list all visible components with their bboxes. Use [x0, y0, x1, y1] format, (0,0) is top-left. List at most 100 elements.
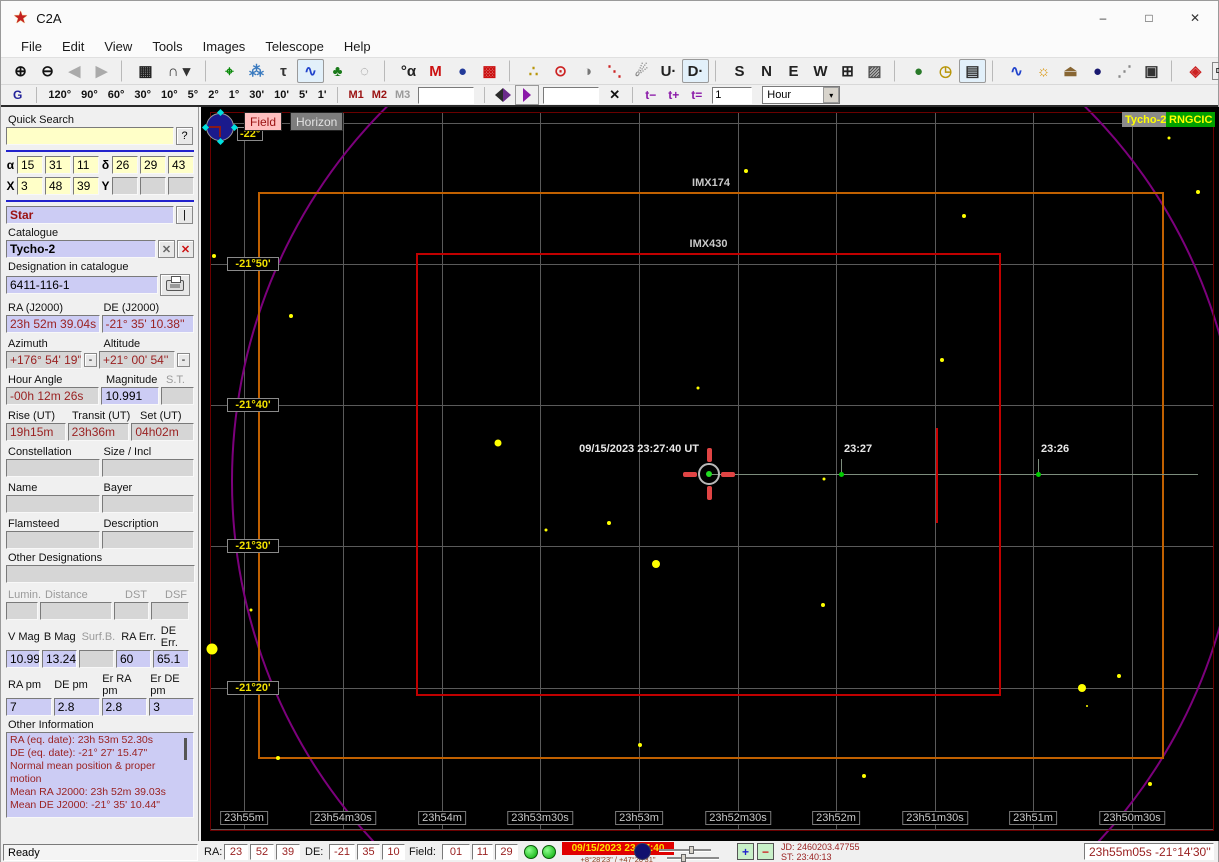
dec-m-input[interactable]: [140, 156, 166, 174]
goto-button[interactable]: G: [13, 88, 22, 102]
angle-input[interactable]: [543, 86, 600, 104]
star[interactable]: [1196, 190, 1200, 194]
tab-horizon[interactable]: Horizon: [290, 112, 344, 131]
flip-vertical-icon[interactable]: [515, 85, 540, 105]
fov-2deg[interactable]: 2°: [203, 88, 224, 102]
de-d-status[interactable]: -21: [329, 844, 355, 860]
star[interactable]: [1167, 136, 1171, 140]
frame-grid-icon[interactable]: ▩: [476, 59, 503, 83]
clear-button[interactable]: ✕: [603, 87, 626, 103]
alpha-grid-icon[interactable]: °α: [395, 59, 422, 83]
horizon-fill-icon[interactable]: ▨: [861, 59, 888, 83]
star[interactable]: [1148, 782, 1152, 786]
comet-icon[interactable]: ☄: [628, 59, 655, 83]
star[interactable]: [862, 774, 866, 778]
time-increase-button[interactable]: +: [737, 843, 754, 860]
field-m-status[interactable]: 11: [472, 844, 493, 860]
dec-d-input[interactable]: [112, 156, 138, 174]
fov-60deg[interactable]: 60°: [103, 88, 130, 102]
zoom-out-icon[interactable]: ⊖: [34, 59, 61, 83]
azimuth-minus-button[interactable]: -: [84, 353, 97, 367]
time-slider[interactable]: [659, 846, 711, 854]
flip-horizontal-icon[interactable]: [491, 85, 515, 105]
star[interactable]: [744, 169, 748, 173]
y2-input[interactable]: [140, 177, 166, 195]
menu-tools[interactable]: Tools: [142, 37, 192, 56]
marker-m2-button[interactable]: M2: [368, 88, 391, 102]
asteroids-icon[interactable]: ⋱: [601, 59, 628, 83]
tab-field[interactable]: Field: [244, 112, 283, 131]
marker-m1-button[interactable]: M1: [344, 88, 367, 102]
altitude-minus-button[interactable]: -: [177, 353, 190, 367]
moon-phase-icon[interactable]: ◑: [574, 59, 601, 83]
d-toggle-icon[interactable]: D·: [682, 59, 709, 83]
star[interactable]: [206, 643, 218, 655]
fov-10min[interactable]: 10': [269, 88, 294, 102]
catalogue-clear-icon[interactable]: ✕: [158, 240, 175, 258]
star[interactable]: [544, 528, 548, 532]
nebula-icon[interactable]: ⊙: [547, 59, 574, 83]
maximize-button[interactable]: □: [1126, 1, 1172, 35]
star[interactable]: [494, 439, 502, 447]
separator[interactable]: [121, 60, 130, 82]
separator[interactable]: [715, 60, 724, 82]
catalogue-delete-icon[interactable]: ✕: [177, 240, 194, 258]
object-info-button[interactable]: |: [176, 206, 193, 224]
star[interactable]: [1117, 674, 1121, 678]
close-button[interactable]: ✕: [1172, 1, 1218, 35]
menu-file[interactable]: File: [11, 37, 52, 56]
time-decrease-button[interactable]: −: [757, 843, 774, 860]
star[interactable]: [696, 386, 700, 390]
camera-icon[interactable]: ▣: [1138, 59, 1165, 83]
scrollbar-thumb[interactable]: [184, 738, 187, 760]
designation-field[interactable]: 6411-116-1: [6, 276, 158, 294]
star[interactable]: [1086, 705, 1088, 707]
constellation-lines-icon[interactable]: ⁂: [243, 59, 270, 83]
fov-1deg[interactable]: 1°: [224, 88, 245, 102]
center-target-icon[interactable]: ⌖: [216, 59, 243, 83]
star[interactable]: [289, 314, 293, 318]
help-button[interactable]: ?: [176, 127, 193, 145]
y3-input[interactable]: [168, 177, 194, 195]
east-button[interactable]: E: [780, 59, 807, 83]
menu-view[interactable]: View: [94, 37, 142, 56]
u-toggle-icon[interactable]: U·: [655, 59, 682, 83]
south-button[interactable]: S: [726, 59, 753, 83]
quick-search-input[interactable]: [6, 127, 174, 145]
de-m-status[interactable]: 35: [357, 844, 380, 860]
landscape-tree-icon[interactable]: ♣: [324, 59, 351, 83]
grid-icon[interactable]: ▦: [132, 59, 159, 83]
star[interactable]: [276, 756, 280, 760]
tau-labels-icon[interactable]: τ: [270, 59, 297, 83]
current-time-display[interactable]: 09/15/2023 23:27:40: [562, 842, 674, 855]
time-plus-button[interactable]: t+: [662, 88, 685, 102]
ra-m-status[interactable]: 52: [250, 844, 274, 860]
de-s-status[interactable]: 10: [382, 844, 405, 860]
catalogue-field[interactable]: Tycho-2: [6, 240, 156, 258]
horizon-view-icon[interactable]: ⏏: [1057, 59, 1084, 83]
star[interactable]: [962, 214, 966, 218]
north-button[interactable]: N: [753, 59, 780, 83]
zoom-slider[interactable]: [667, 854, 719, 862]
chevron-down-icon[interactable]: ▾: [823, 87, 840, 103]
earth-icon[interactable]: ●: [905, 59, 932, 83]
x1-input[interactable]: [17, 177, 43, 195]
time-minus-button[interactable]: t−: [639, 88, 662, 102]
zoom-in-icon[interactable]: ⊕: [7, 59, 34, 83]
sky-chart[interactable]: IMX174 IMX430 -21°50' -21°40' -21°30' -21°20…: [201, 107, 1219, 841]
night-mode-icon[interactable]: ●: [1084, 59, 1111, 83]
dec-s-input[interactable]: [168, 156, 194, 174]
fov-30deg[interactable]: 30°: [129, 88, 156, 102]
ra-s-input[interactable]: [73, 156, 99, 174]
milky-way-icon[interactable]: ∿: [297, 59, 324, 83]
field-s-status[interactable]: 29: [495, 844, 518, 860]
trail-icon[interactable]: ⋰: [1111, 59, 1138, 83]
star[interactable]: [940, 358, 944, 362]
star-colors-icon[interactable]: ∴: [520, 59, 547, 83]
fov-10deg[interactable]: 10°: [156, 88, 183, 102]
separator[interactable]: [1171, 60, 1180, 82]
dss-icon[interactable]: DSS: [1212, 62, 1219, 80]
separator[interactable]: [384, 60, 393, 82]
x3-input[interactable]: [73, 177, 99, 195]
planets-icon[interactable]: ●: [449, 59, 476, 83]
